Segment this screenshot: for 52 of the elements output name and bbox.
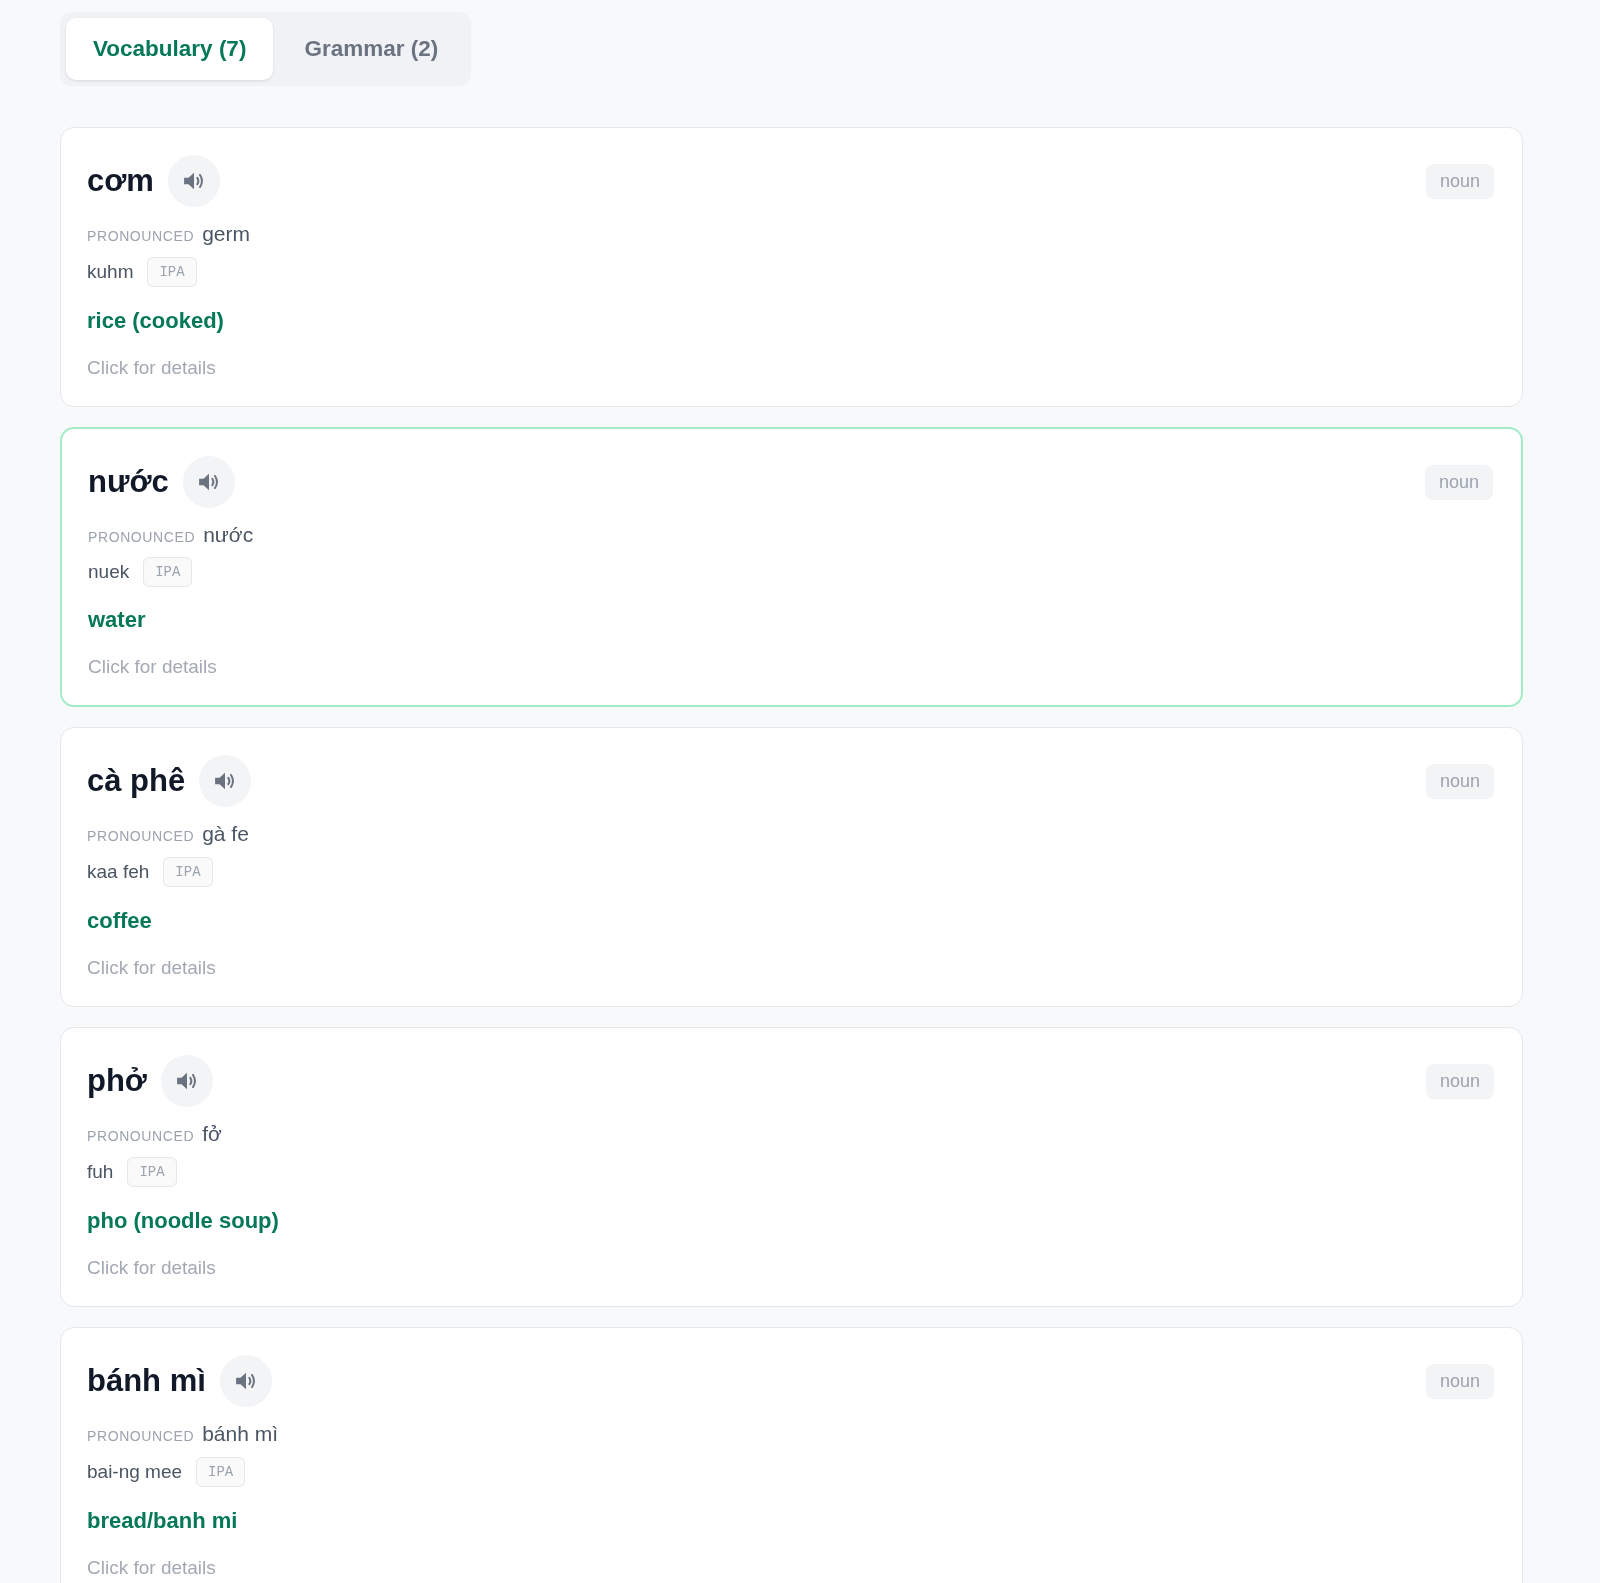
pronounced-label: PRONOUNCED	[87, 1128, 195, 1144]
pronounced-label: PRONOUNCED	[88, 529, 196, 545]
details-hint: Click for details	[88, 655, 217, 679]
vocabulary-card[interactable]: cà phê noun PRONOUNCED gà fe kaa feh IPA coffee Click for details	[60, 727, 1523, 1007]
speaker-icon	[175, 1071, 198, 1091]
part-of-speech-tag: noun	[1425, 1363, 1494, 1399]
pronounced-label: PRONOUNCED	[87, 228, 195, 244]
ipa-tag: IPA	[127, 1157, 177, 1187]
pronunciation-text: nước	[203, 523, 254, 547]
word-title: phở	[87, 1063, 147, 1099]
vocabulary-card[interactable]: phở noun PRONOUNCED fở fuh IPA pho (noodle soup) Click for details	[60, 1027, 1523, 1307]
pronounced-label: PRONOUNCED	[87, 828, 195, 844]
vocabulary-card[interactable]: nước noun PRONOUNCED nước nuek IPA water Click for details	[60, 427, 1523, 707]
part-of-speech-tag: noun	[1425, 763, 1494, 799]
word-title: cơm	[87, 163, 154, 199]
tab[interactable]: Grammar (2)	[277, 18, 466, 80]
romanization-text: nuek	[88, 561, 130, 583]
meaning-text: rice (cooked)	[87, 307, 224, 335]
meaning-text: coffee	[87, 907, 152, 935]
details-hint: Click for details	[87, 956, 216, 980]
romanization-text: kuhm	[87, 261, 134, 283]
ipa-tag: IPA	[163, 857, 213, 887]
pronunciation-text: bánh mì	[202, 1422, 278, 1446]
part-of-speech-tag: noun	[1424, 464, 1493, 500]
vocabulary-card[interactable]: cơm noun PRONOUNCED germ kuhm IPA rice (cooked) Click for details	[60, 127, 1523, 407]
ipa-tag: IPA	[143, 557, 193, 587]
speaker-icon	[234, 1371, 257, 1391]
details-hint: Click for details	[87, 1256, 216, 1280]
pronounced-label: PRONOUNCED	[87, 1428, 195, 1444]
word-title: nước	[88, 464, 169, 500]
tab[interactable]: Vocabulary (7)	[66, 18, 274, 80]
ipa-tag: IPA	[196, 1457, 246, 1487]
meaning-text: bread/banh mi	[87, 1507, 238, 1535]
part-of-speech-tag: noun	[1425, 1063, 1494, 1099]
word-title: cà phê	[87, 763, 186, 799]
pronunciation-text: fở	[202, 1122, 222, 1146]
pronunciation-text: gà fe	[202, 822, 249, 846]
details-hint: Click for details	[87, 356, 216, 380]
meaning-text: water	[88, 606, 146, 634]
speaker-icon	[214, 771, 237, 791]
details-hint: Click for details	[87, 1556, 216, 1580]
part-of-speech-tag: noun	[1425, 163, 1494, 199]
ipa-tag: IPA	[147, 257, 197, 287]
meaning-text: pho (noodle soup)	[87, 1207, 279, 1235]
speaker-icon	[197, 472, 220, 492]
romanization-text: fuh	[87, 1161, 114, 1183]
pronunciation-text: germ	[202, 222, 250, 246]
vocabulary-card[interactable]: bánh mì noun PRONOUNCED bánh mì bai-ng mee IPA bread/banh mi Click for details	[60, 1327, 1523, 1583]
romanization-text: kaa feh	[87, 861, 150, 883]
word-title: bánh mì	[87, 1363, 206, 1399]
romanization-text: bai-ng mee	[87, 1461, 183, 1483]
speaker-icon	[182, 171, 205, 191]
